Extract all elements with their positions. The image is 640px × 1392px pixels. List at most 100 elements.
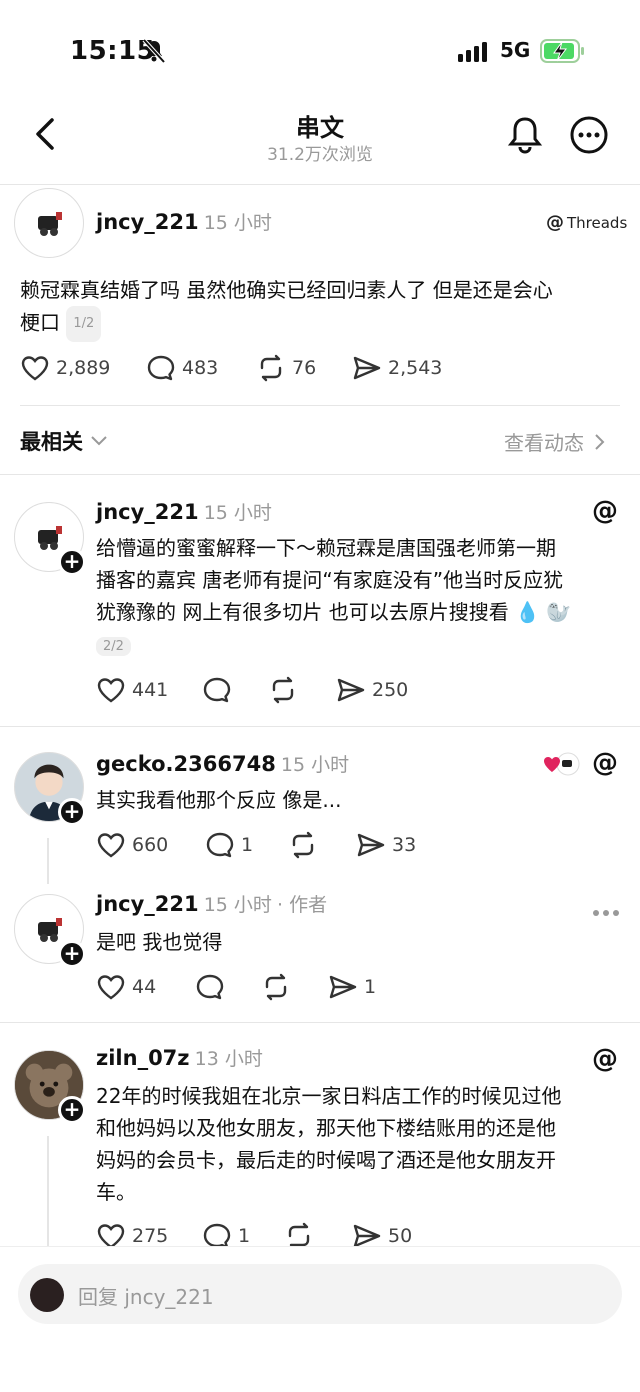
repost-icon	[292, 831, 314, 859]
comment-icon	[147, 355, 175, 381]
threads-source-badge[interactable]: @ Threads	[546, 212, 627, 233]
share-count: 33	[392, 834, 417, 856]
share-count: 2,543	[388, 357, 443, 379]
comment-button[interactable]: 483	[146, 354, 218, 382]
repost-button[interactable]	[268, 676, 304, 704]
share-count: 1	[364, 976, 377, 998]
like-button[interactable]: 44	[96, 973, 156, 1001]
share-button[interactable]: 1	[328, 973, 376, 1001]
share-icon	[353, 356, 381, 380]
username[interactable]: jncy_221	[96, 500, 199, 524]
threads-icon[interactable]: @	[592, 748, 618, 778]
username[interactable]: ziln_07z	[96, 1046, 190, 1070]
repost-icon	[265, 973, 287, 1001]
liked-by-author-icon	[542, 752, 582, 780]
signal-icon	[458, 42, 492, 66]
repost-count: 76	[292, 357, 317, 379]
comment-button[interactable]	[195, 973, 231, 1001]
reply-text-line: 和他妈妈以及他女朋友，那天他下楼结账用的还是他	[96, 1116, 556, 1140]
reply-text: 是吧 我也觉得	[96, 930, 223, 954]
reply-text-line: 给懵逼的蜜蜜解释一下～赖冠霖是唐国强老师第一期	[96, 536, 556, 560]
follow-plus-icon[interactable]: +	[58, 548, 86, 576]
heart-icon	[97, 678, 125, 703]
heart-icon	[97, 975, 125, 1000]
reply-placeholder[interactable]: 回复 jncy_221	[78, 1281, 214, 1310]
comment-icon	[203, 677, 231, 703]
threads-icon[interactable]: @	[592, 496, 618, 526]
more-options-icon[interactable]	[592, 902, 620, 921]
username[interactable]: gecko.2366748	[96, 752, 276, 776]
comment-count: 1	[241, 834, 254, 856]
reply-text-line: 妈妈的会员卡，最后走的时候喝了酒还是他女朋友开	[96, 1148, 556, 1172]
like-button[interactable]: 2,889	[20, 354, 110, 382]
like-button[interactable]: 660	[96, 831, 168, 859]
like-count: 2,889	[56, 357, 111, 379]
follow-plus-icon[interactable]: +	[58, 940, 86, 968]
reply-meta: ziln_07z 13 小时	[96, 1044, 263, 1071]
share-count: 50	[388, 1225, 413, 1246]
repost-icon	[272, 676, 294, 704]
post-meta: jncy_221 15 小时	[96, 208, 272, 235]
reply-meta: jncy_221 15 小时	[96, 498, 272, 525]
follow-plus-icon[interactable]: +	[58, 798, 86, 826]
comment-button[interactable]: 1	[202, 1222, 250, 1246]
heart-icon	[21, 356, 49, 381]
threads-icon[interactable]: @	[592, 1044, 618, 1074]
network-type: 5G	[500, 38, 531, 62]
share-button[interactable]: 2,543	[352, 354, 442, 382]
post-time: 15 小时	[203, 212, 272, 234]
reply-text: 其实我看他那个反应 像是...	[96, 788, 342, 812]
repost-button[interactable]: 76	[256, 354, 316, 382]
sort-dropdown[interactable]: 最相关	[20, 426, 109, 456]
repost-button[interactable]	[284, 1222, 320, 1246]
comment-button[interactable]	[202, 676, 238, 704]
post-text-line: 赖冠霖真结婚了吗 虽然他确实已经回归素人了 但是还是会心	[20, 278, 553, 302]
repost-button[interactable]	[261, 973, 297, 1001]
share-button[interactable]: 33	[356, 831, 416, 859]
like-button[interactable]: 275	[96, 1222, 168, 1246]
reply-meta: jncy_221 15 小时 · 作者	[96, 890, 327, 917]
bell-icon[interactable]	[505, 114, 545, 160]
divider	[20, 405, 620, 406]
comment-icon	[206, 832, 234, 858]
reply-body: 22年的时候我姐在北京一家日料店工作的时候见过他 和他妈妈以及他女朋友，那天他下…	[96, 1080, 626, 1208]
view-activity-link[interactable]: 查看动态	[504, 427, 606, 456]
more-icon[interactable]	[570, 116, 608, 158]
battery-charging-icon	[540, 38, 586, 68]
comment-button[interactable]: 1	[205, 831, 253, 859]
reply-text-line: 车。	[96, 1180, 136, 1204]
heart-icon	[97, 833, 125, 858]
comment-icon	[196, 974, 224, 1000]
avatar[interactable]	[14, 188, 84, 258]
repost-icon	[288, 1222, 310, 1246]
chevron-down-icon	[91, 436, 107, 446]
reply-time: 15 小时	[280, 754, 350, 776]
like-button[interactable]: 441	[96, 676, 168, 704]
reply-text-line: 犹豫豫的 网上有很多切片 也可以去原片搜搜看 💧 🦭	[96, 600, 572, 624]
my-avatar	[30, 1278, 64, 1312]
comment-count: 483	[182, 357, 219, 379]
share-icon	[329, 975, 357, 999]
page-badge: 1/2	[66, 306, 102, 342]
follow-plus-icon[interactable]: +	[58, 1096, 86, 1124]
share-icon	[353, 1224, 381, 1246]
like-count: 660	[132, 834, 169, 856]
username[interactable]: jncy_221	[96, 892, 199, 916]
thread-line	[47, 838, 49, 884]
heart-icon	[97, 1224, 125, 1246]
username[interactable]: jncy_221	[96, 210, 199, 234]
divider	[0, 474, 640, 475]
view-activity-label: 查看动态	[504, 431, 584, 455]
threads-icon: @	[546, 212, 564, 233]
repost-button[interactable]	[288, 831, 324, 859]
comment-icon	[203, 1223, 231, 1246]
like-count: 44	[132, 976, 157, 998]
reply-body: 给懵逼的蜜蜜解释一下～赖冠霖是唐国强老师第一期 播客的嘉宾 唐老师有提问“有家庭…	[96, 532, 626, 628]
like-count: 441	[132, 679, 169, 701]
share-button[interactable]: 50	[352, 1222, 412, 1246]
reply-time: 13 小时	[194, 1048, 263, 1070]
divider	[0, 726, 640, 727]
reply-text-line: 播客的嘉宾 唐老师有提问“有家庭没有”他当时反应犹	[96, 568, 564, 592]
share-button[interactable]: 250	[336, 676, 408, 704]
sort-label: 最相关	[20, 430, 83, 454]
